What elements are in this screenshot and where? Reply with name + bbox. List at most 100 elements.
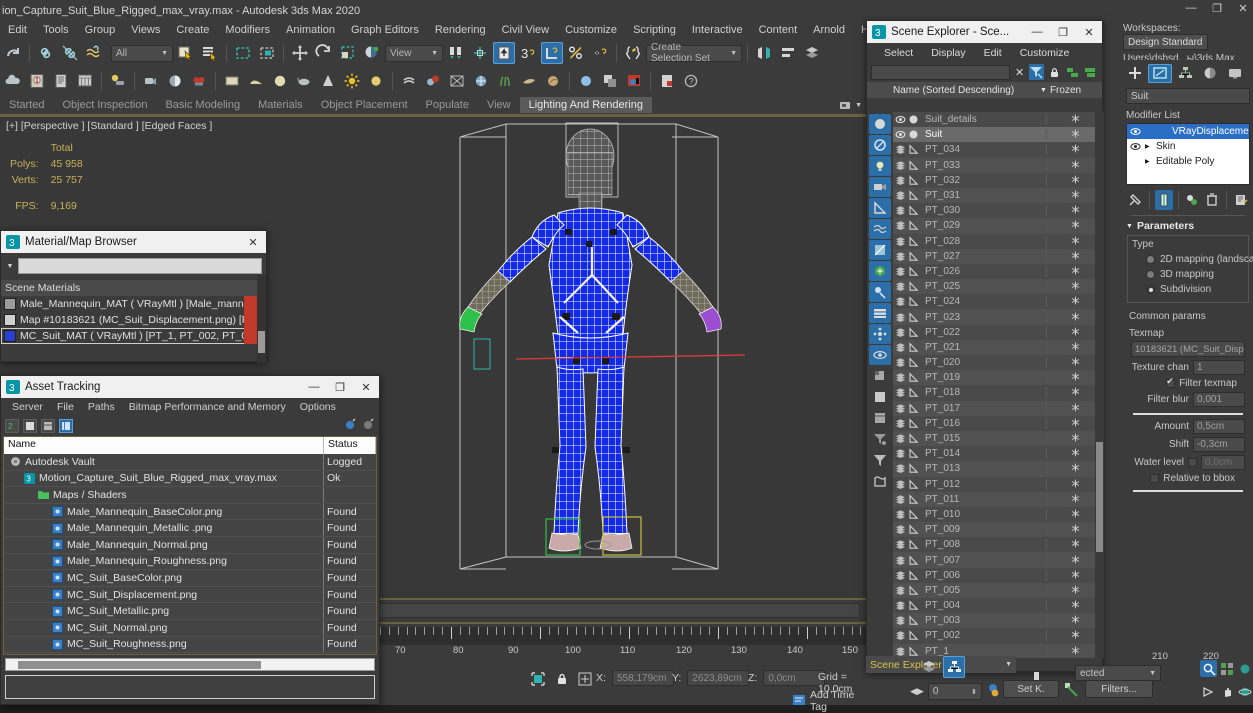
coord-y-input[interactable]: 2623,89cm	[687, 670, 750, 686]
se-filter-layers-icon[interactable]	[869, 303, 891, 323]
at-detail-view-icon[interactable]	[41, 419, 55, 433]
se-object-row[interactable]: PT_034	[893, 142, 1104, 157]
ribbon-tab-object-placement[interactable]: Object Placement	[312, 97, 417, 113]
se-filter-xrefs-icon[interactable]	[869, 282, 891, 302]
bind-to-space-warp-icon[interactable]	[83, 42, 105, 64]
current-frame-input[interactable]: 0 ⬍	[927, 683, 982, 700]
rendered-frame-window-icon[interactable]	[74, 70, 96, 92]
modifier-stack[interactable]: VRayDisplacementMod▶Skin▶Editable Poly	[1126, 123, 1250, 185]
helper-icon[interactable]	[893, 220, 921, 231]
at-scroll-thumb[interactable]	[18, 661, 261, 669]
globe-map-icon[interactable]	[470, 70, 492, 92]
se-object-row[interactable]: PT_023	[893, 309, 1104, 325]
se-filter-lights-icon[interactable]	[869, 156, 891, 176]
help-icon[interactable]: ?	[680, 70, 702, 92]
ribbon-tab-lighting-and-rendering[interactable]: Lighting And Rendering	[519, 97, 652, 113]
modifier-stack-item[interactable]: ▶ Editable Poly	[1127, 154, 1249, 169]
mmb-scroll-thumb[interactable]	[258, 331, 265, 353]
menu-item-scripting[interactable]: Scripting	[625, 24, 684, 36]
command-panel[interactable]: Suit Modifier List VRayDisplacementMod▶S…	[1123, 60, 1253, 705]
percent-snap-three-icon[interactable]: 3	[517, 42, 539, 64]
workspace-combo[interactable]: Design Standard	[1123, 34, 1208, 50]
minimize-button[interactable]: —	[1185, 2, 1197, 15]
material-editor-icon[interactable]	[26, 70, 48, 92]
tab-modify[interactable]	[1148, 63, 1172, 83]
render-in-cloud-icon[interactable]	[140, 70, 162, 92]
se-object-row[interactable]: Suit	[893, 127, 1104, 143]
key-filters-icon[interactable]	[1062, 680, 1082, 700]
mmb-vertical-scrollbar[interactable]	[257, 275, 266, 363]
at-asset-row[interactable]: 3 Motion_Capture_Suit_Blue_Rigged_max_vra…	[4, 470, 376, 488]
align-icon[interactable]	[777, 42, 799, 64]
ribbon-tab-basic-modeling[interactable]: Basic Modeling	[156, 97, 249, 113]
filter-texmap-row[interactable]: Filter texmap	[1131, 376, 1245, 389]
open-rfw-icon[interactable]	[188, 70, 210, 92]
se-menu-customize[interactable]: Customize	[1011, 47, 1079, 59]
se-object-row[interactable]: PT_002	[893, 628, 1104, 643]
se-object-row[interactable]: PT_021	[893, 339, 1104, 355]
ribbon-tab-object-inspection[interactable]: Object Inspection	[53, 97, 156, 113]
material-map-browser-window[interactable]: 3 Material/Map Browser ✕ ▼ Scene Materia…	[0, 230, 267, 363]
mocap-suit-model[interactable]	[440, 117, 800, 597]
se-close-button[interactable]: ✕	[1076, 21, 1102, 43]
at-refresh-icon[interactable]	[343, 418, 357, 435]
set-key-button[interactable]: Set K.	[1003, 680, 1059, 700]
se-maximize-button[interactable]: ❐	[1050, 21, 1076, 43]
filter-texmap-checkbox[interactable]	[1166, 376, 1176, 388]
tab-create[interactable]	[1123, 64, 1147, 83]
material-balls-icon[interactable]	[422, 70, 444, 92]
se-object-row[interactable]: PT_005	[893, 582, 1104, 598]
prev-next-frame-icon[interactable]: ◀▶	[910, 686, 924, 697]
helper-icon[interactable]	[893, 266, 921, 277]
se-filter-groups-icon[interactable]	[869, 261, 891, 281]
helper-icon[interactable]	[893, 175, 921, 186]
box-primitive-icon[interactable]	[221, 70, 243, 92]
environment-icon[interactable]	[446, 70, 468, 92]
se-filter-cameras-icon[interactable]	[869, 177, 891, 197]
chevron-down-icon[interactable]: ▼	[5, 263, 15, 270]
helper-icon[interactable]	[893, 387, 921, 398]
at-menu-bitmap-performance-and-memory[interactable]: Bitmap Performance and Memory	[122, 401, 293, 413]
helper-icon[interactable]	[893, 524, 921, 535]
target-light-icon[interactable]	[365, 70, 387, 92]
menu-item-interactive[interactable]: Interactive	[684, 24, 751, 36]
at-asset-row[interactable]: MC_Suit_Metallic.png Found	[4, 603, 376, 620]
mirror-icon[interactable]	[753, 42, 775, 64]
modifier-stack-tools[interactable]	[1126, 189, 1250, 211]
se-container-icon[interactable]	[869, 471, 891, 491]
se-select-children-icon[interactable]	[869, 366, 891, 386]
se-search-input[interactable]	[871, 64, 1011, 80]
cone-icon[interactable]	[317, 70, 339, 92]
relative-to-bbox-checkbox[interactable]	[1150, 474, 1160, 483]
se-object-row[interactable]: PT_025	[893, 279, 1104, 295]
se-object-row[interactable]: PT_032	[893, 173, 1104, 188]
at-asset-row[interactable]: MC_Suit_Normal.png Found	[4, 619, 376, 637]
at-asset-grid[interactable]: Name Status Autodesk Vault Logged 3 Motion_…	[3, 436, 377, 655]
menu-item-edit[interactable]: Edit	[0, 24, 35, 36]
layer-explorer-icon[interactable]	[801, 42, 823, 64]
at-asset-row[interactable]: Maps / Shaders	[4, 487, 376, 504]
se-filter-bones-icon[interactable]	[869, 240, 891, 260]
helper-icon[interactable]	[893, 296, 921, 307]
absolute-relative-transform-icon[interactable]	[574, 668, 596, 690]
modifier-eye-icon[interactable]	[1129, 142, 1142, 151]
make-unique-icon[interactable]	[1184, 190, 1202, 210]
se-object-row[interactable]: PT_029	[893, 218, 1104, 234]
at-asset-row[interactable]: MC_Suit_BaseColor.png Found	[4, 570, 376, 587]
at-asset-row[interactable]: Male_Mannequin_Normal.png Found	[4, 536, 376, 554]
add-time-tag-icon[interactable]	[792, 693, 806, 710]
se-menu-display[interactable]: Display	[922, 47, 974, 59]
lights-layers-icon[interactable]	[398, 70, 420, 92]
se-object-row[interactable]: Suit_details	[893, 112, 1104, 127]
se-filter-icon[interactable]	[1028, 64, 1044, 80]
water-level-checkbox[interactable]	[1188, 458, 1197, 467]
helper-icon[interactable]	[893, 372, 921, 383]
at-tree-view-icon[interactable]	[59, 419, 73, 433]
se-filter-shapes-icon[interactable]	[869, 135, 891, 155]
at-menu-file[interactable]: File	[50, 401, 81, 413]
remove-modifier-icon[interactable]	[1203, 190, 1221, 210]
select-and-place-icon[interactable]	[361, 42, 383, 64]
tab-hierarchy[interactable]	[1173, 64, 1197, 83]
at-col-status[interactable]: Status	[324, 437, 376, 454]
material-list-item[interactable]: Male_Mannequin_MAT ( VRayMtl ) [Male_man…	[1, 296, 266, 312]
